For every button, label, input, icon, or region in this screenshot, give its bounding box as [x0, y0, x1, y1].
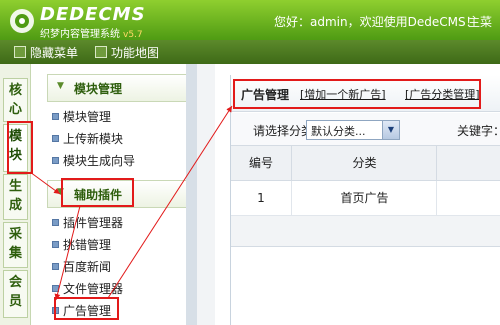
- menu-item-upload-module[interactable]: 上传新模块: [52, 130, 123, 147]
- highlight-ad-management: [54, 297, 119, 320]
- main-menu-link[interactable]: 主菜: [468, 13, 492, 30]
- welcome-message: 您好：admin，欢迎使用DedeCMS！: [274, 15, 478, 29]
- highlight-plugins-group: [61, 178, 134, 207]
- logo-mark-icon: [10, 9, 34, 33]
- column-header-id: 编号: [231, 146, 291, 181]
- menu-group-module-management[interactable]: ▼ 模块管理: [47, 74, 187, 102]
- cell-id: 1: [231, 181, 291, 216]
- menu-item-baidu-news[interactable]: 百度新闻: [52, 258, 111, 275]
- dedecms-logo: DEDECMS 织梦内容管理系统 v5.7: [8, 4, 160, 40]
- bullet-icon: [52, 113, 59, 120]
- logo-text: DEDECMS: [40, 4, 146, 25]
- bullet-icon: [52, 263, 59, 270]
- logo-version: v5.7: [123, 30, 143, 40]
- menu-group-title: 模块管理: [74, 82, 123, 96]
- tab-generate[interactable]: 生成: [3, 174, 28, 220]
- tab-member[interactable]: 会员: [3, 270, 28, 318]
- table-footer: [231, 216, 500, 247]
- bullet-icon: [52, 135, 59, 142]
- menu-item-module-wizard[interactable]: 模块生成向导: [52, 152, 135, 169]
- column-header-blank: [436, 146, 500, 181]
- collapse-arrow-icon: ▼: [57, 81, 64, 91]
- bullet-icon: [52, 219, 59, 226]
- cell-blank: [436, 181, 500, 216]
- filter-bar: 请选择分类： 默认分类... ▼ 关键字：: [231, 113, 500, 146]
- tab-core[interactable]: 核心: [3, 78, 28, 122]
- keyword-label: 关键字：: [457, 124, 500, 138]
- hide-menu-button[interactable]: 隐藏菜单: [14, 44, 78, 61]
- content-panel: 广告管理 [增加一个新广告] [广告分类管理] 请选择分类： 默认分类... ▼…: [230, 75, 500, 325]
- menu-item-module-manage[interactable]: 模块管理: [52, 108, 111, 125]
- sub-toolbar: 隐藏菜单 功能地图: [0, 40, 500, 64]
- grid-icon: [95, 46, 107, 58]
- menu-item-file-manager[interactable]: 文件管理器: [52, 280, 123, 297]
- menu-item-error-report[interactable]: 挑错管理: [52, 236, 111, 253]
- logo-subtitle: 织梦内容管理系统 v5.7: [40, 29, 143, 40]
- highlight-breadcrumb: [233, 79, 481, 109]
- column-header-category: 分类: [291, 146, 437, 181]
- vertical-tab-bar: 核心 模块 生成 采集 会员: [0, 64, 31, 325]
- function-map-button[interactable]: 功能地图: [95, 44, 159, 61]
- bullet-icon: [52, 285, 59, 292]
- menu-item-plugin-manager[interactable]: 插件管理器: [52, 214, 123, 231]
- bullet-icon: [52, 157, 59, 164]
- highlight-module-tab: [7, 121, 33, 174]
- tab-collect[interactable]: 采集: [3, 222, 28, 268]
- chevron-down-icon[interactable]: ▼: [382, 121, 399, 139]
- category-select[interactable]: 默认分类... ▼: [306, 120, 400, 140]
- bullet-icon: [52, 241, 59, 248]
- cell-category: 首页广告: [291, 181, 437, 216]
- hide-menu-icon: [14, 46, 26, 58]
- content-gutter: [197, 64, 215, 325]
- category-select-value: 默认分类...: [311, 125, 366, 138]
- top-header: DEDECMS 织梦内容管理系统 v5.7 您好：admin，欢迎使用DedeCM…: [0, 0, 500, 40]
